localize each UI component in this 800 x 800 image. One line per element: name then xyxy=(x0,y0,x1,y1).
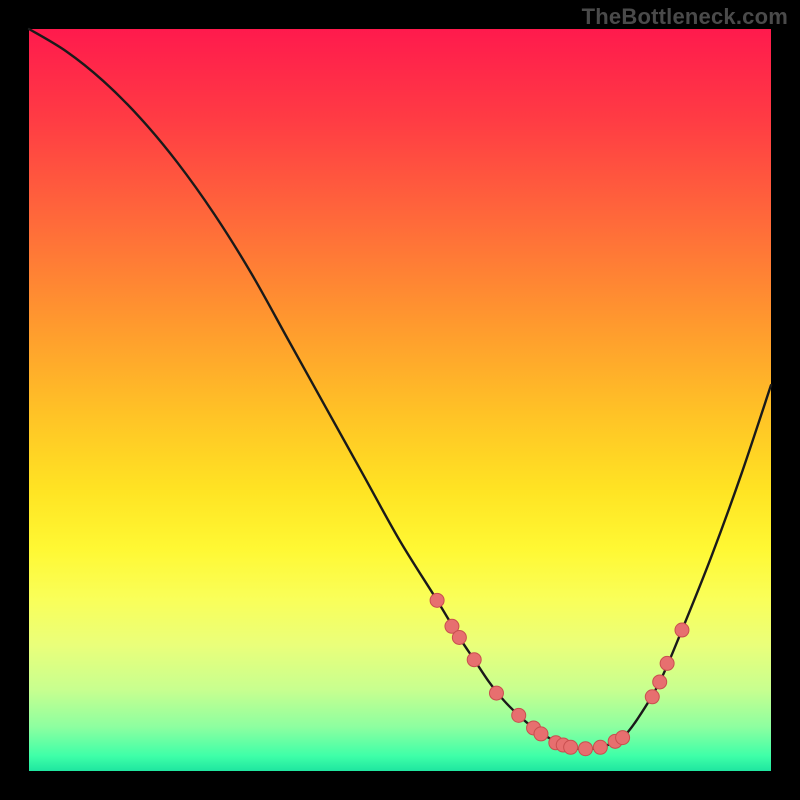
chart-frame: TheBottleneck.com xyxy=(0,0,800,800)
curve-marker xyxy=(452,630,466,644)
curve-marker xyxy=(534,727,548,741)
curve-marker xyxy=(660,656,674,670)
curve-marker xyxy=(616,731,630,745)
curve-marker xyxy=(430,593,444,607)
watermark-text: TheBottleneck.com xyxy=(582,4,788,30)
curve-marker xyxy=(564,740,578,754)
plot-area xyxy=(29,29,771,771)
curve-marker xyxy=(512,708,526,722)
curve-marker xyxy=(675,623,689,637)
curve-marker xyxy=(653,675,667,689)
curve-marker xyxy=(579,742,593,756)
curve-marker xyxy=(645,690,659,704)
curve-marker xyxy=(489,686,503,700)
chart-svg xyxy=(29,29,771,771)
curve-marker xyxy=(467,653,481,667)
curve-markers xyxy=(430,593,689,755)
curve-marker xyxy=(593,740,607,754)
bottleneck-curve xyxy=(29,29,771,749)
